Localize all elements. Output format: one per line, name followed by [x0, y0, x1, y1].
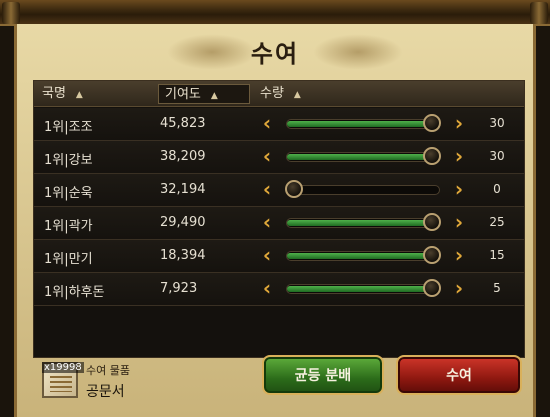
list-row: 1위|조조 45,823 ‹ › 30	[34, 108, 524, 141]
sort-arrow-icon: ▲	[75, 90, 83, 100]
officer-contribution: 38,209	[160, 149, 206, 164]
officer-name: 1위|하후돈	[44, 285, 105, 300]
increase-arrow-icon[interactable]: ›	[450, 211, 468, 235]
header-quantity[interactable]: 수량 ▲	[254, 84, 394, 104]
officer-contribution: 32,194	[160, 182, 206, 197]
increase-arrow-icon[interactable]: ›	[450, 145, 468, 169]
document-lines	[50, 376, 72, 392]
increase-arrow-icon[interactable]: ›	[450, 244, 468, 268]
officer-quantity: 5	[493, 281, 501, 295]
officer-contribution: 45,823	[160, 116, 206, 131]
list-row: 1위|하후돈 7,923 ‹ › 5	[34, 273, 524, 306]
decrease-arrow-icon[interactable]: ‹	[258, 244, 276, 268]
give-button[interactable]: 수여	[396, 355, 522, 395]
slider-fill	[287, 121, 432, 127]
officer-quantity: 15	[489, 248, 505, 262]
header-contribution[interactable]: 기여도 ▲	[158, 84, 250, 104]
list-header: 국명 ▲ 기여도 ▲ 수량 ▲	[34, 81, 524, 107]
header-quantity-label: 수량	[260, 86, 284, 101]
officer-quantity: 0	[493, 182, 501, 196]
decrease-arrow-icon[interactable]: ‹	[258, 145, 276, 169]
decrease-arrow-icon[interactable]: ‹	[258, 277, 276, 301]
increase-arrow-icon[interactable]: ›	[450, 112, 468, 136]
slider-knob[interactable]	[423, 147, 441, 165]
dragon-ornament-left-icon	[167, 34, 257, 70]
officer-list: 국명 ▲ 기여도 ▲ 수량 ▲ 1위|조조 45,823 ‹ › 30 1위|강보 3…	[33, 80, 525, 358]
reward-item-name: 공문서	[86, 384, 125, 400]
sort-arrow-icon: ▲	[210, 91, 218, 101]
header-name-label: 국명	[42, 86, 66, 101]
list-row: 1위|만기 18,394 ‹ › 15	[34, 240, 524, 273]
dragon-ornament-right-icon	[313, 34, 403, 70]
header-name[interactable]: 국명 ▲	[36, 84, 152, 104]
quantity-slider[interactable]	[286, 246, 441, 264]
officer-quantity: 30	[489, 149, 505, 163]
officer-quantity: 25	[489, 215, 505, 229]
increase-arrow-icon[interactable]: ›	[450, 277, 468, 301]
decrease-arrow-icon[interactable]: ‹	[258, 112, 276, 136]
quantity-slider[interactable]	[286, 213, 441, 231]
slider-knob[interactable]	[423, 279, 441, 297]
slider-fill	[287, 220, 432, 226]
officer-name: 1위|강보	[44, 153, 93, 168]
list-row: 1위|순욱 32,194 ‹ › 0	[34, 174, 524, 207]
title-bar: 수여	[17, 24, 533, 78]
officer-contribution: 7,923	[160, 281, 198, 296]
item-count: x19998	[42, 362, 84, 373]
officer-name: 1위|순욱	[44, 186, 93, 201]
dialog-title: 수여	[250, 39, 300, 68]
slider-knob[interactable]	[423, 114, 441, 132]
quantity-slider[interactable]	[286, 279, 441, 297]
quantity-slider[interactable]	[285, 180, 440, 198]
quantity-slider[interactable]	[286, 147, 441, 165]
officer-contribution: 29,490	[160, 215, 206, 230]
increase-arrow-icon[interactable]: ›	[450, 178, 468, 202]
header-contribution-label: 기여도	[165, 87, 201, 102]
decrease-arrow-icon[interactable]: ‹	[258, 178, 276, 202]
quantity-slider[interactable]	[286, 114, 441, 132]
officer-name: 1위|만기	[44, 252, 93, 267]
officer-name: 1위|조조	[44, 120, 93, 135]
list-row: 1위|곽가 29,490 ‹ › 25	[34, 207, 524, 240]
slider-knob[interactable]	[285, 180, 303, 198]
officer-contribution: 18,394	[160, 248, 206, 263]
decrease-arrow-icon[interactable]: ‹	[258, 211, 276, 235]
list-row: 1위|강보 38,209 ‹ › 30	[34, 141, 524, 174]
officer-name: 1위|곽가	[44, 219, 93, 234]
even-split-button[interactable]: 균등 분배	[262, 355, 384, 395]
reward-label: 수여 물품	[86, 364, 130, 377]
slider-fill	[287, 154, 432, 160]
slider-knob[interactable]	[423, 246, 441, 264]
slider-fill	[287, 286, 432, 292]
officer-quantity: 30	[489, 116, 505, 130]
sort-arrow-icon: ▲	[293, 90, 301, 100]
scroll-top-rod	[0, 0, 550, 26]
slider-fill	[287, 253, 432, 259]
slider-knob[interactable]	[423, 213, 441, 231]
